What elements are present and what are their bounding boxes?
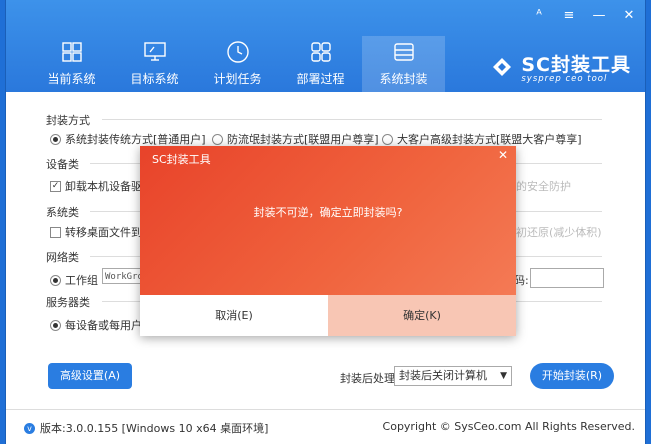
radio-workgroup[interactable]: 工作组 <box>50 272 98 288</box>
tab-system-pack[interactable]: 系统封装 <box>362 36 445 94</box>
advanced-settings-button[interactable]: 高级设置(A) <box>48 363 132 389</box>
section-title-system: 系统类 <box>46 206 79 219</box>
radio-anti-rogue[interactable]: 防流氓封装方式[联盟用户尊享] <box>212 131 379 147</box>
tab-schedule[interactable]: 计划任务 <box>196 36 279 92</box>
divider <box>102 119 602 120</box>
radio-per-device[interactable]: 每设备或每用户 <box>50 317 142 333</box>
checkbox-move-desktop[interactable]: 转移桌面文件到所 <box>50 224 153 240</box>
close-icon[interactable]: ✕ <box>498 148 508 162</box>
monitor-icon <box>113 38 196 66</box>
confirm-dialog: SC封装工具 ✕ 封装不可逆，确定立即封装吗? 取消(E) 确定(K) <box>140 146 516 336</box>
option-label: 每设备或每用户 <box>65 319 142 332</box>
radio-icon <box>212 133 223 145</box>
faint-label: 的安全防护 <box>516 180 571 193</box>
ok-button[interactable]: 确定(K) <box>328 295 516 336</box>
radio-icon <box>50 319 61 331</box>
tab-target-system[interactable]: 目标系统 <box>113 36 196 92</box>
section-title-server: 服务器类 <box>46 296 90 309</box>
option-label: 防流氓封装方式[联盟用户尊享] <box>227 133 379 146</box>
tab-label: 当前系统 <box>47 72 96 86</box>
password-label: 码: <box>514 274 529 287</box>
section-title-network: 网络类 <box>46 251 79 264</box>
section-title-device: 设备类 <box>46 158 79 171</box>
info-icon: v <box>24 422 35 434</box>
version-info: v 版本:3.0.0.155 [Windows 10 x64 桌面环境] <box>24 420 268 436</box>
option-label: 系统封装传统方式[普通用户] <box>65 133 206 146</box>
section-title-pack-mode: 封装方式 <box>46 114 90 127</box>
logo-title: SC封装工具 <box>521 54 631 76</box>
dialog-buttons: 取消(E) 确定(K) <box>140 295 516 336</box>
faint-label: 初还原(减少体积) <box>516 226 602 239</box>
grid-icon <box>279 38 362 66</box>
user-icon[interactable]: ᴬ <box>531 8 547 23</box>
copyright-text: Copyright © SysCeo.com All Rights Reserv… <box>382 420 635 433</box>
tab-label: 目标系统 <box>130 72 179 86</box>
app-logo: SC封装工具 sysprep ceo tool <box>489 50 631 84</box>
header-bar: ᴬ ≡ — ✕ 当前系统 目标系统 计划任务 部署过程 系统封装 SC封装工具 … <box>6 0 645 94</box>
drive-icon <box>362 38 445 66</box>
cancel-button[interactable]: 取消(E) <box>140 295 328 336</box>
radio-icon <box>382 133 393 145</box>
radio-icon <box>50 274 61 286</box>
close-icon[interactable]: ✕ <box>621 8 637 23</box>
option-label: 工作组 <box>65 274 98 287</box>
tab-label: 计划任务 <box>213 72 262 86</box>
radio-traditional[interactable]: 系统封装传统方式[普通用户] <box>50 131 206 147</box>
after-process-select[interactable]: 封装后关闭计算机 ▼ <box>394 366 512 386</box>
menu-icon[interactable]: ≡ <box>561 8 577 23</box>
chevron-down-icon: ▼ <box>500 371 507 381</box>
version-text: 版本:3.0.0.155 [Windows 10 x64 桌面环境] <box>40 422 269 435</box>
main-nav: 当前系统 目标系统 计划任务 部署过程 系统封装 <box>30 36 445 94</box>
clock-icon <box>196 38 279 66</box>
windows-icon <box>30 38 113 66</box>
option-label: 大客户高级封装方式[联盟大客户尊享] <box>397 133 582 146</box>
radio-enterprise[interactable]: 大客户高级封装方式[联盟大客户尊享] <box>382 131 582 147</box>
select-value: 封装后关闭计算机 <box>399 369 487 382</box>
start-pack-button[interactable]: 开始封装(R) <box>530 363 614 389</box>
password-input[interactable] <box>530 268 604 288</box>
tab-label: 系统封装 <box>379 72 428 86</box>
checkbox-icon: ✓ <box>50 180 61 192</box>
dialog-title: SC封装工具 <box>152 153 211 166</box>
workgroup-input[interactable]: WorkGroup <box>102 268 154 284</box>
tab-label: 部署过程 <box>296 72 345 86</box>
radio-icon <box>50 133 61 145</box>
logo-icon <box>493 58 512 76</box>
checkbox-icon <box>50 226 61 238</box>
dialog-message: 封装不可逆，确定立即封装吗? <box>253 206 403 219</box>
tab-deploy[interactable]: 部署过程 <box>279 36 362 92</box>
status-bar: v 版本:3.0.0.155 [Windows 10 x64 桌面环境] Copy… <box>6 409 645 444</box>
window-controls: ᴬ ≡ — ✕ <box>531 8 637 23</box>
dialog-body: SC封装工具 ✕ 封装不可逆，确定立即封装吗? <box>140 146 516 295</box>
checkbox-uninstall-drivers[interactable]: ✓ 卸载本机设备驱动 <box>50 178 153 194</box>
after-process-label: 封装后处理: <box>340 372 399 385</box>
tab-current-system[interactable]: 当前系统 <box>30 36 113 92</box>
minimize-icon[interactable]: — <box>591 8 607 23</box>
